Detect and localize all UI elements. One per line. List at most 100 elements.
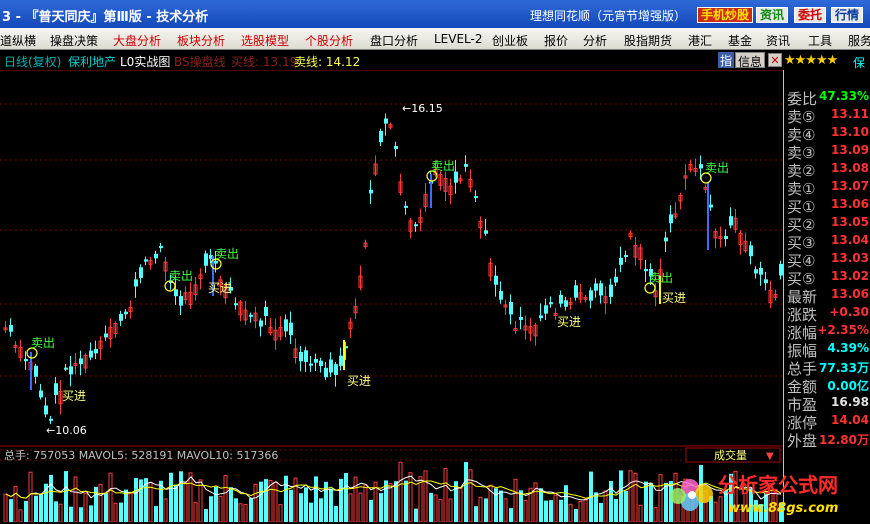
chevron-down-icon: ▼ (766, 451, 774, 462)
volume-bar (599, 502, 603, 522)
volume-bar (249, 498, 253, 522)
volume-bar (134, 477, 138, 522)
quote-value: 77.33万 (819, 361, 869, 375)
zhi-button[interactable]: 指 (718, 52, 735, 68)
volume-bar (568, 503, 573, 522)
candle-body (499, 291, 503, 300)
volume-bar (64, 471, 68, 522)
volume-bar (658, 474, 663, 522)
volume-bar (304, 487, 308, 522)
candle-body (94, 348, 98, 354)
trade-button[interactable]: 委托 (794, 7, 827, 23)
candle-body (299, 351, 303, 362)
volume-header-label: 总手: 757053 MAVOL5: 528191 MAVOL10: 51736… (4, 448, 278, 462)
candle-body (614, 276, 618, 283)
menu-item-6[interactable]: 盘口分析 (370, 32, 418, 49)
candle-body (484, 230, 488, 234)
quote-value: 13.02 (831, 269, 869, 283)
menu-item-12[interactable]: 港汇 (688, 32, 712, 49)
volume-bar (234, 498, 238, 522)
volume-bar (614, 499, 618, 522)
volume-bar (128, 492, 133, 522)
candle-body (334, 364, 338, 375)
period-label[interactable]: 日线(复权) (4, 53, 61, 70)
news-button[interactable]: 资讯 (756, 7, 789, 23)
candle-body (564, 300, 568, 307)
volume-bar (139, 479, 143, 522)
volume-bar (9, 499, 13, 522)
info-button[interactable]: 信息 (735, 52, 766, 69)
volume-bar (293, 477, 298, 522)
menu-item-4[interactable]: 选股模型 (241, 32, 289, 49)
quote-row: 涨幅 +2.35% (787, 322, 869, 342)
volume-bar (369, 499, 373, 522)
volume-bar (104, 492, 108, 522)
mobile-trade-button[interactable]: 手机炒股 (697, 7, 754, 23)
quote-panel: 委比 47.33% 卖⑤ 13.11 卖④ 13.10 卖③ 13.09 卖② 13.08 卖① 13… (783, 70, 870, 522)
menu-item-14[interactable]: 资讯 (766, 32, 790, 49)
menu-item-1[interactable]: 操盘决策 (50, 32, 98, 49)
volume-bar (243, 503, 248, 522)
volume-bar (28, 471, 33, 522)
quote-row: 委比 47.33% (787, 88, 869, 108)
menu-item-11[interactable]: 股指期货 (624, 32, 672, 49)
volume-bar (83, 492, 88, 522)
menu-item-15[interactable]: 工具 (808, 32, 832, 49)
candle-body (104, 333, 108, 338)
volume-bar (433, 494, 438, 522)
menu-item-16[interactable]: 服务 (848, 32, 870, 49)
quote-value: 13.06 (831, 287, 869, 301)
quote-value: 16.98 (831, 395, 869, 409)
rating-stars: ★★★★★ (784, 53, 838, 68)
quote-row: 外盘 12.80万 (787, 430, 869, 450)
quote-value: 13.03 (831, 251, 869, 265)
volume-bar (223, 475, 228, 522)
candle-body (124, 311, 128, 315)
volume-bar (264, 479, 268, 522)
volume-bar (443, 467, 448, 522)
volume-bar (408, 472, 413, 522)
menu-item-8[interactable]: 创业板 (492, 32, 528, 49)
volume-bar (553, 494, 558, 522)
quote-row: 卖④ 13.10 (787, 124, 869, 144)
title-bar: 3 - 『普天同庆』第Ⅲ版 - 技术分析 理想同花顺（元宵节增强版） 手机炒股 … (0, 0, 870, 28)
volume-bar (309, 502, 313, 522)
volume-bar (13, 485, 18, 522)
volume-bar (289, 489, 293, 522)
menu-item-5[interactable]: 个股分析 (305, 32, 353, 49)
volume-bar (204, 509, 208, 522)
chart-header-strip: 日线(复权) 保利地产 L0实战图 BS操盘线 买线: 13.19 卖线: 14… (0, 50, 870, 70)
menu-item-10[interactable]: 分析 (583, 32, 607, 49)
volume-bar (124, 489, 128, 522)
sell-signal-label: 卖出 (31, 336, 55, 350)
candle-body (599, 283, 603, 296)
quote-value: 14.04 (831, 413, 869, 427)
menu-item-3[interactable]: 板块分析 (177, 32, 225, 49)
quote-row: 卖⑤ 13.11 (787, 106, 869, 126)
volume-bar (474, 506, 478, 522)
volume-bar (609, 480, 613, 522)
app-title: 理想同花顺（元宵节增强版） (530, 9, 687, 23)
quote-value: 13.05 (831, 215, 869, 229)
close-icon[interactable]: ✕ (768, 53, 782, 67)
quote-value: 13.06 (831, 197, 869, 211)
market-button[interactable]: 行情 (831, 7, 864, 23)
menu-item-9[interactable]: 报价 (544, 32, 568, 49)
sell-signal-label: 卖出 (705, 161, 729, 175)
quote-row: 市盈 16.98 (787, 394, 869, 414)
candle-body (304, 350, 308, 362)
candle-body (144, 259, 148, 262)
sell-signal-label: 卖出 (215, 247, 239, 261)
kline-chart[interactable]: ←16.15 ←10.06 卖出 买进 卖出 卖出 买进 买进 卖出 买进 卖出 买进 卖出 总手: 75… (0, 70, 783, 522)
candle-body (394, 145, 398, 150)
menu-item-13[interactable]: 基金 (728, 32, 752, 49)
indicator-name-label: L0实战图 (120, 55, 171, 69)
menu-item-7[interactable]: LEVEL-2 (434, 32, 483, 46)
kline-chart-svg[interactable]: ←16.15←10.06卖出买进卖出卖出买进买进卖出买进卖出买进卖出总手: 75… (0, 70, 783, 522)
volume-bar (414, 508, 418, 522)
volume-bar (238, 503, 243, 522)
volume-bar (183, 482, 188, 522)
menu-item-0[interactable]: 道纵横 (0, 32, 36, 49)
volume-bar (113, 502, 118, 522)
menu-item-2[interactable]: 大盘分析 (113, 32, 161, 49)
